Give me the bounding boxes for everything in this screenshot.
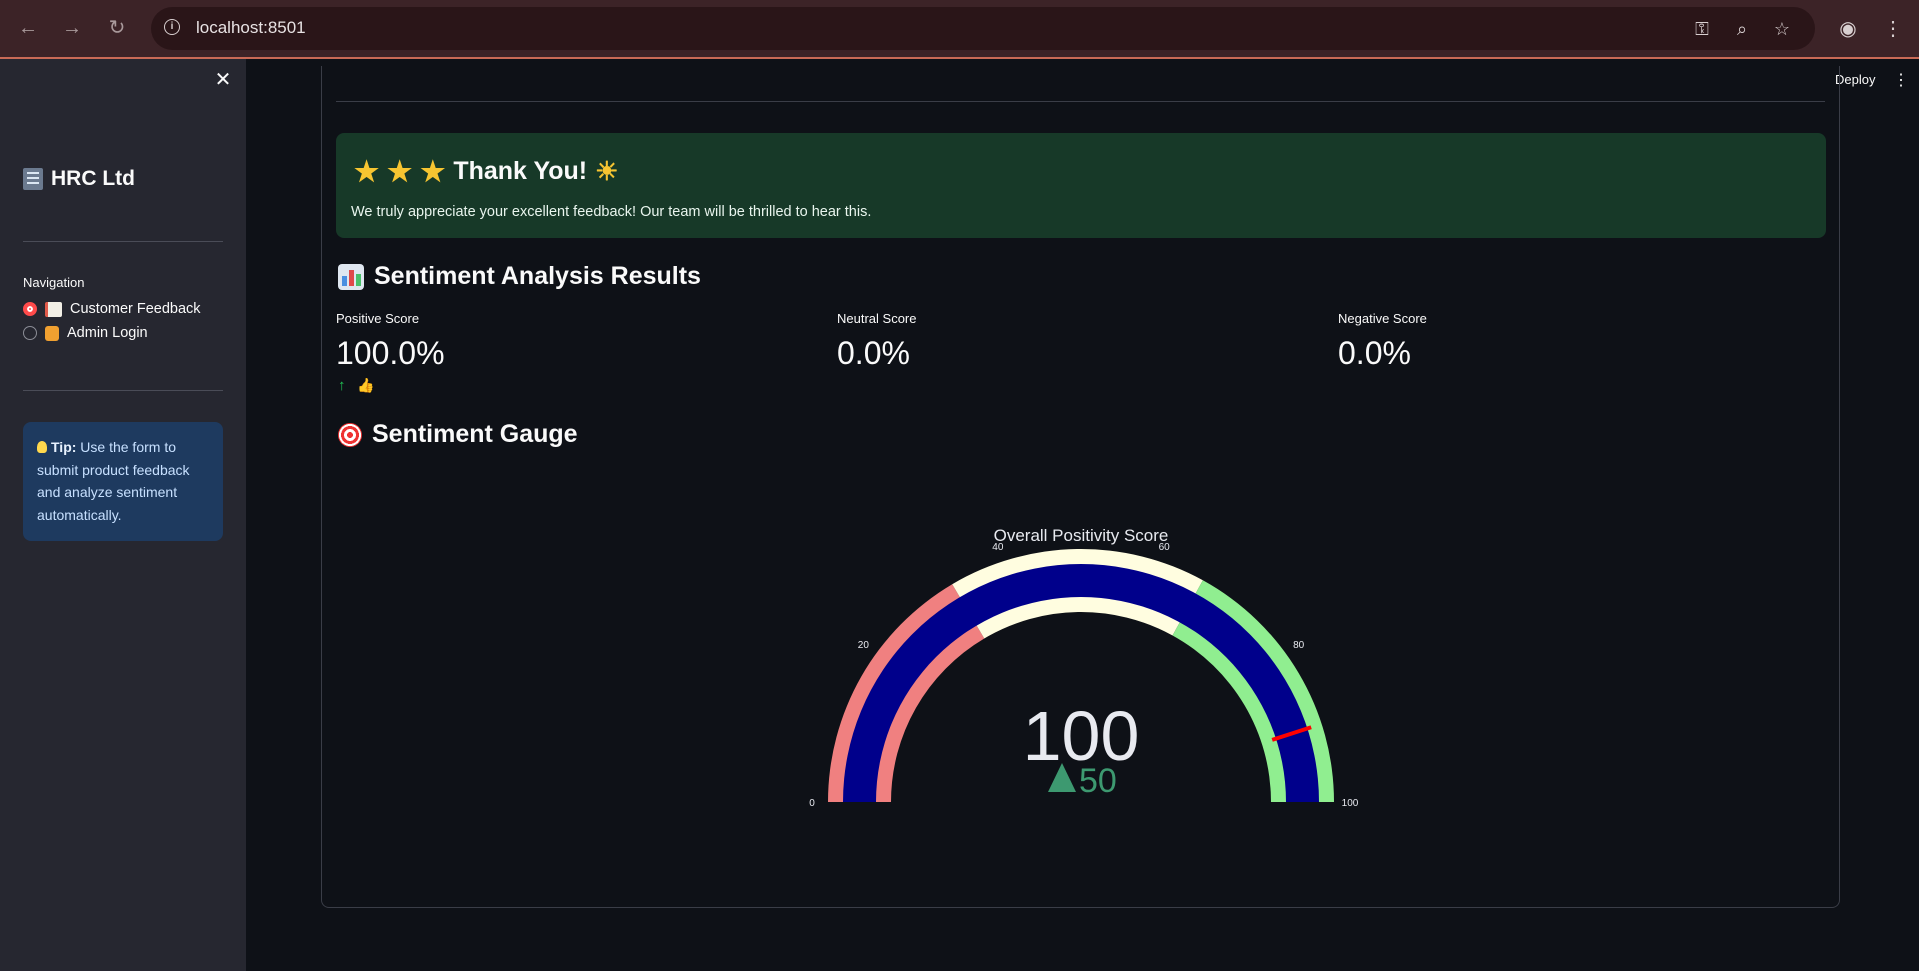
gauge-tick-label: 0 (809, 798, 815, 809)
results-heading: Sentiment Analysis Results (338, 262, 701, 291)
site-info-icon[interactable]: i (164, 19, 180, 35)
tip-label: Tip: (51, 439, 77, 455)
star-bookmark-icon[interactable]: ☆ (1769, 16, 1795, 42)
neutral-score-label: Neutral Score (837, 311, 917, 326)
gauge-chart-title: Overall Positivity Score (994, 526, 1169, 545)
zoom-icon[interactable]: ⌕ (1729, 16, 1755, 42)
main-menu-icon[interactable]: ⋮ (1893, 70, 1909, 90)
nav-item-customer-feedback[interactable]: Customer Feedback (23, 301, 201, 317)
positive-score-value: 100.0% (336, 335, 445, 371)
kebab-menu-icon[interactable]: ⋮ (1879, 15, 1907, 43)
thumbs-up-icon: 👍 (357, 377, 375, 393)
thank-you-banner: ★ ★ ★ Thank You! ☀ We truly appreciate y… (336, 133, 1826, 238)
bar-chart-icon (338, 263, 364, 290)
thank-you-message: We truly appreciate your excellent feedb… (351, 204, 872, 220)
section-divider (336, 101, 1825, 102)
brand: HRC Ltd (23, 167, 135, 191)
lock-icon (45, 325, 59, 341)
sidebar-divider (23, 390, 223, 391)
negative-score-label: Negative Score (1338, 311, 1427, 326)
arrow-up-icon: ↑ (338, 377, 346, 394)
thank-you-heading: Thank You! (453, 157, 588, 185)
radio-selected-icon[interactable] (23, 302, 37, 316)
memo-icon (45, 301, 62, 317)
nav-item-label: Admin Login (67, 325, 148, 341)
nav-heading: Navigation (23, 275, 85, 290)
gauge-delta-value: 50 (1079, 762, 1117, 800)
radio-unselected-icon[interactable] (23, 326, 37, 340)
negative-score-value: 0.0% (1338, 335, 1411, 371)
gauge-tick-label: 80 (1293, 640, 1305, 651)
building-icon (23, 168, 43, 190)
sun-icon: ☀ (595, 156, 619, 186)
gauge-tick-label: 100 (1342, 798, 1359, 809)
key-icon[interactable]: ⚿ (1689, 16, 1715, 42)
gauge-heading: Sentiment Gauge (338, 420, 578, 449)
browser-chrome: ← → ↻ i localhost:8501 ⚿ ⌕ ☆ ◉ ⋮ (0, 0, 1919, 59)
thank-you-title: ★ ★ ★ Thank You! ☀ (354, 155, 618, 188)
results-title: Sentiment Analysis Results (374, 262, 701, 290)
gauge-tick-label: 60 (1159, 542, 1171, 553)
nav-item-admin-login[interactable]: Admin Login (23, 325, 148, 341)
profile-icon[interactable]: ◉ (1834, 15, 1862, 43)
back-icon[interactable]: ← (14, 14, 42, 42)
tip-box: Tip: Use the form to submit product feed… (23, 422, 223, 541)
sidebar-divider (23, 241, 223, 242)
forward-icon[interactable]: → (58, 14, 86, 42)
reload-icon[interactable]: ↻ (103, 14, 131, 42)
close-icon[interactable]: ✕ (212, 69, 234, 91)
deploy-button[interactable]: Deploy (1835, 72, 1875, 87)
star-icon: ★ (387, 156, 413, 187)
gauge-tick-label: 20 (858, 640, 870, 651)
sidebar: ✕ HRC Ltd Navigation Customer Feedback A… (0, 59, 246, 971)
neutral-score-value: 0.0% (837, 335, 910, 371)
gauge-title: Sentiment Gauge (372, 420, 578, 448)
gauge-tick-label: 40 (992, 542, 1004, 553)
star-icon: ★ (354, 156, 380, 187)
star-icon: ★ (420, 156, 446, 187)
brand-name: HRC Ltd (51, 167, 135, 190)
target-icon (338, 422, 362, 447)
positive-score-label: Positive Score (336, 311, 420, 326)
nav-item-label: Customer Feedback (70, 301, 201, 317)
light-bulb-icon (37, 441, 47, 453)
gauge-chart: Overall Positivity Score 02040 6080100 10… (809, 526, 1359, 809)
url-text[interactable]: localhost:8501 (196, 18, 306, 38)
address-bar[interactable]: i localhost:8501 ⚿ ⌕ ☆ (151, 7, 1815, 50)
